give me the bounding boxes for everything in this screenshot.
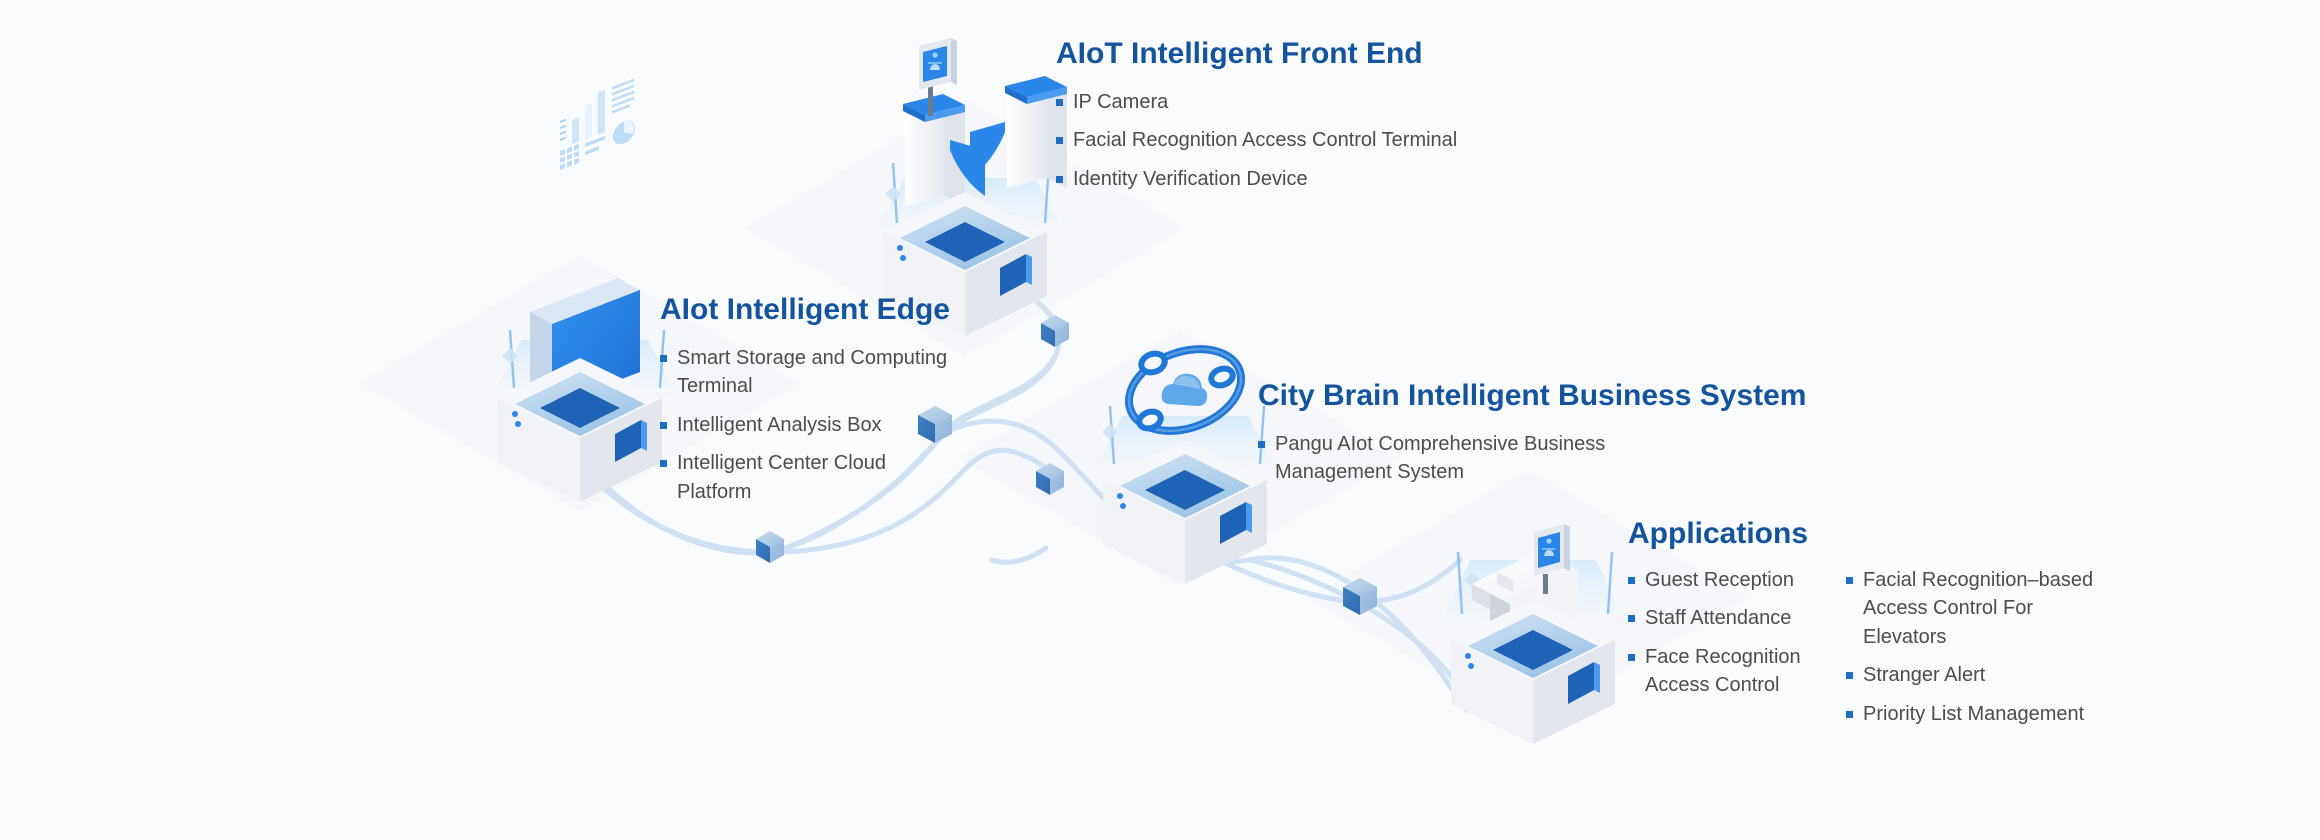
section-applications: Applications Guest Reception Staff Atten… <box>1628 516 2121 728</box>
bullet-list-city-brain: Pangu AIot Comprehensive Business Manage… <box>1258 430 1628 487</box>
section-edge: AIot Intelligent Edge Smart Storage and … <box>660 292 960 506</box>
list-item: Priority List Management <box>1846 700 2121 728</box>
list-item: Facial Recognition–based Access Control … <box>1846 566 2121 651</box>
bullet-list-front-end: IP Camera Facial Recognition Access Cont… <box>1056 88 1457 193</box>
section-title-edge: AIot Intelligent Edge <box>660 293 950 326</box>
section-city-brain: City Brain Intelligent Business System P… <box>1258 378 1806 487</box>
list-item: Stranger Alert <box>1846 661 2121 689</box>
list-item: Staff Attendance <box>1628 604 1818 632</box>
bullet-list-applications-left: Guest Reception Staff Attendance Face Re… <box>1628 566 1818 728</box>
analytics-panel <box>530 78 640 406</box>
section-title-applications: Applications <box>1628 517 1809 550</box>
list-item: Pangu AIot Comprehensive Business Manage… <box>1258 430 1628 487</box>
diagram-canvas: AIoT Intelligent Front End IP Camera Fac… <box>0 0 2320 840</box>
list-item: Guest Reception <box>1628 566 1818 594</box>
list-item: IP Camera <box>1056 88 1457 116</box>
list-item: Intelligent Analysis Box <box>660 411 960 439</box>
bullet-list-edge: Smart Storage and Computing Terminal Int… <box>660 344 960 506</box>
list-item: Facial Recognition Access Control Termin… <box>1056 126 1457 154</box>
list-item: Intelligent Center Cloud Platform <box>660 449 960 506</box>
list-item: Smart Storage and Computing Terminal <box>660 344 960 401</box>
section-front-end: AIoT Intelligent Front End IP Camera Fac… <box>1056 36 1457 193</box>
section-title-city-brain: City Brain Intelligent Business System <box>1258 379 1807 412</box>
list-item: Face Recognition Access Control <box>1628 643 1818 700</box>
applications-columns: Guest Reception Staff Attendance Face Re… <box>1628 566 2121 728</box>
bullet-list-applications-right: Facial Recognition–based Access Control … <box>1846 566 2121 728</box>
list-item: Identity Verification Device <box>1056 165 1457 193</box>
section-title-front-end: AIoT Intelligent Front End <box>1056 37 1423 70</box>
